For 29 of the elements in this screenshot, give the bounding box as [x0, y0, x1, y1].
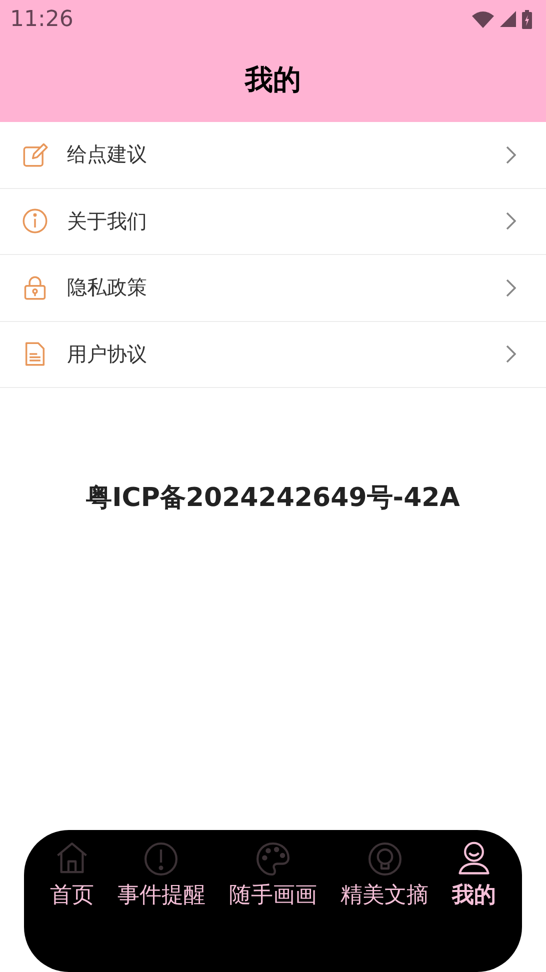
chevron-icon — [506, 278, 516, 297]
chevron-icon — [506, 212, 516, 230]
signal-icon — [500, 11, 516, 27]
chevron-icon — [506, 146, 516, 164]
menu-item[interactable]: 给点建议 — [0, 122, 546, 188]
palette-icon — [254, 840, 292, 878]
info-icon — [22, 208, 48, 234]
tab[interactable]: 事件提醒 — [117, 840, 206, 910]
menu-item[interactable]: 隐私政策 — [0, 255, 546, 320]
menu-label: 隐私政策 — [67, 274, 148, 302]
alert-icon — [142, 840, 180, 878]
menu-label: 给点建议 — [67, 141, 148, 168]
chevron-icon — [506, 345, 516, 364]
tab[interactable]: 随手画画 — [228, 840, 317, 910]
menu-label: 用户协议 — [67, 340, 148, 368]
tab[interactable]: 我的 — [452, 840, 496, 910]
license-number: 粤ICP备2024242649号-42A — [85, 482, 461, 515]
edit-icon — [22, 142, 48, 168]
page-title: 我的 — [245, 62, 301, 98]
battery-icon — [522, 10, 532, 28]
menu-label: 关于我们 — [67, 208, 148, 235]
menu-item[interactable]: 用户协议 — [0, 322, 546, 387]
tab[interactable]: 精美文摘 — [340, 840, 429, 910]
bulb-icon — [366, 840, 404, 878]
lock-icon — [22, 274, 48, 301]
tab[interactable]: 首页 — [50, 840, 94, 910]
wifi-icon — [472, 10, 494, 28]
status-time: 11:26 — [10, 6, 74, 32]
menu-item[interactable]: 关于我们 — [0, 188, 546, 254]
